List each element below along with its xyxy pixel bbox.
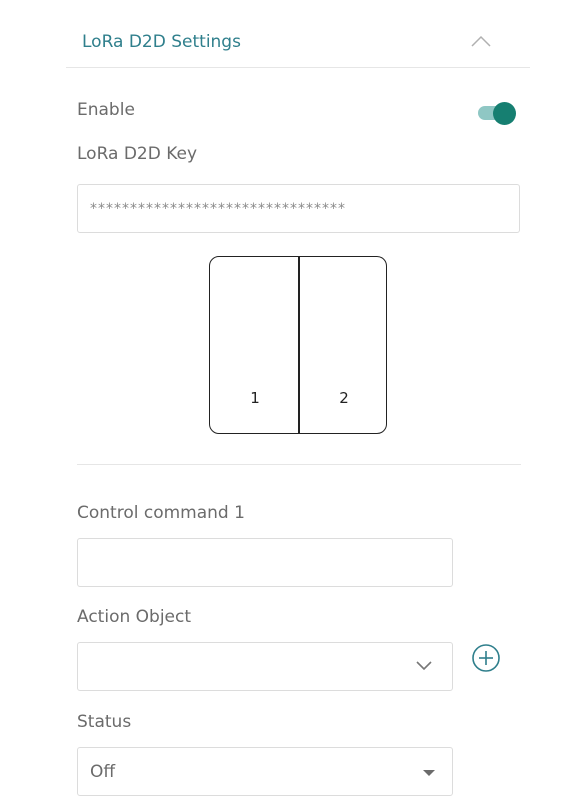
toggle-knob [493,102,516,125]
section-title: LoRa D2D Settings [82,32,241,52]
enable-label: Enable [77,100,135,120]
caret-down-icon [423,770,435,776]
d2d-key-value: ******************************** [90,200,346,217]
d2d-key-label: LoRa D2D Key [77,144,198,164]
status-label: Status [77,712,132,732]
action-object-label: Action Object [77,607,192,627]
plus-circle-icon[interactable] [471,643,501,673]
action-object-select[interactable] [77,642,453,691]
status-select[interactable]: Off [77,747,453,796]
d2d-key-input[interactable]: ******************************** [77,184,520,233]
chevron-up-icon[interactable] [470,34,492,48]
section-header[interactable]: LoRa D2D Settings [66,22,530,68]
control-command-label: Control command 1 [77,503,245,523]
switch-panel: 1 2 [209,256,387,434]
chevron-down-icon [416,661,432,671]
switch-button-1-label[interactable]: 1 [245,389,265,407]
enable-toggle[interactable] [478,102,516,125]
lora-d2d-settings-page: LoRa D2D Settings Enable LoRa D2D Key **… [0,0,585,809]
section-divider [77,464,521,465]
control-command-input[interactable] [77,538,453,587]
switch-button-2-label[interactable]: 2 [334,389,354,407]
switch-divider [298,257,300,433]
status-value: Off [90,761,116,782]
